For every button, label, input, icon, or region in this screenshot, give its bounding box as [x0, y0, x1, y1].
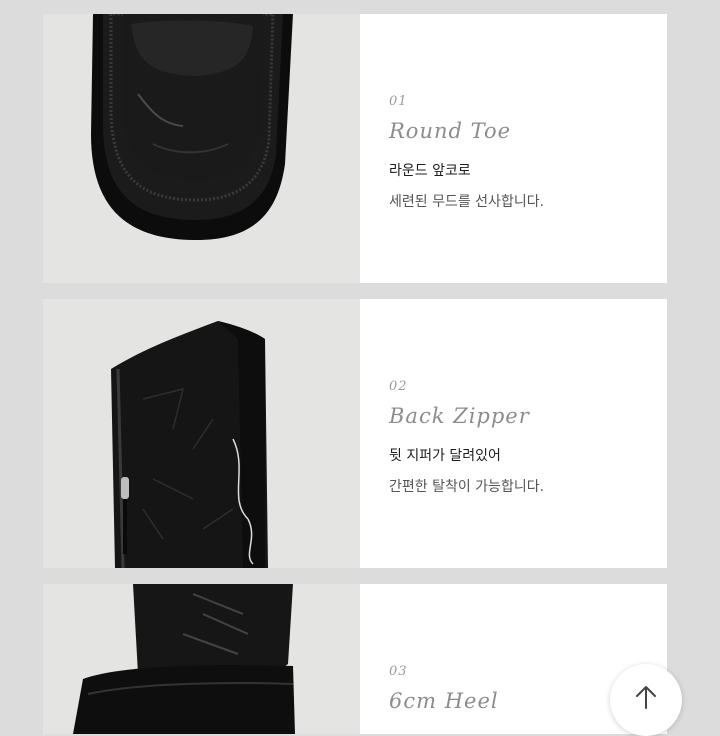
round-toe-photo — [43, 14, 360, 283]
feature-card-round-toe: 01 Round Toe 라운드 앞코로 세련된 무드를 선사합니다. — [43, 14, 667, 283]
feature-number: 02 — [389, 379, 408, 394]
arrow-up-icon — [636, 686, 656, 709]
feature-card-back-zipper: 02 Back Zipper 뒷 지퍼가 달려있어 간편한 탈착이 가능합니다. — [43, 299, 667, 568]
feature-description-line2: 세련된 무드를 선사합니다. — [389, 194, 545, 210]
feature-number: 03 — [389, 664, 408, 679]
scroll-to-top-button[interactable] — [610, 664, 682, 736]
back-zipper-text: 02 Back Zipper 뒷 지퍼가 달려있어 간편한 탈착이 가능합니다. — [389, 299, 667, 568]
feature-number: 01 — [389, 94, 408, 109]
feature-title: 6cm Heel — [389, 689, 499, 713]
feature-description-line1: 라운드 앞코로 — [389, 163, 471, 179]
round-toe-text: 01 Round Toe 라운드 앞코로 세련된 무드를 선사합니다. — [389, 14, 667, 283]
feature-title: Back Zipper — [389, 404, 530, 428]
feature-description-line1: 뒷 지퍼가 달려있어 — [389, 448, 501, 464]
feature-card-heel: 03 6cm Heel — [43, 584, 667, 734]
back-zipper-photo — [43, 299, 360, 568]
feature-description-line2: 간편한 탈착이 가능합니다. — [389, 479, 545, 495]
heel-photo — [43, 584, 360, 734]
feature-title: Round Toe — [389, 119, 512, 143]
